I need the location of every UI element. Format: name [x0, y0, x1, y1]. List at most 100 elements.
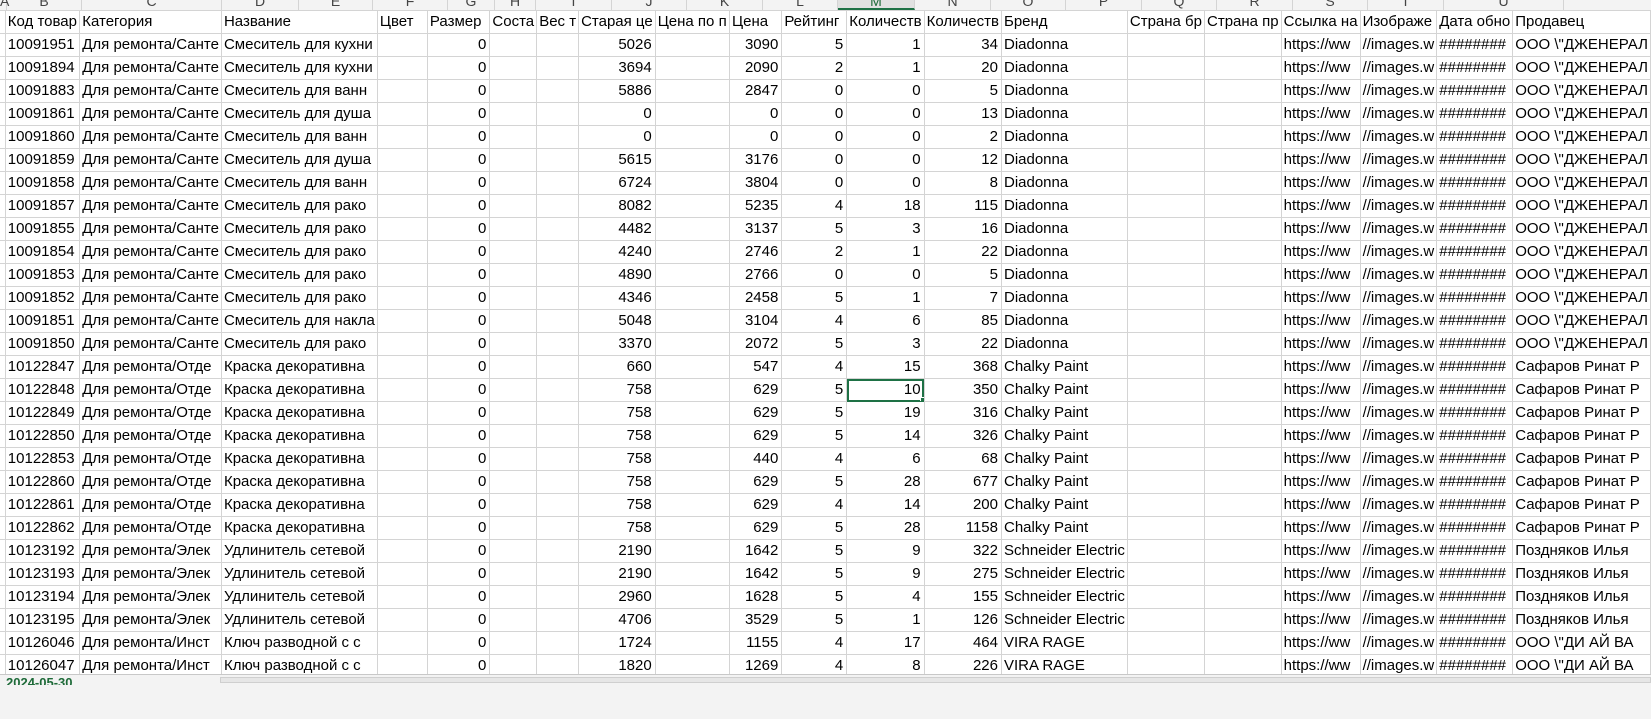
header-cell[interactable]: Соста	[489, 11, 538, 34]
cell[interactable]	[489, 631, 538, 655]
cell[interactable]: Удлинитель сетевой	[221, 585, 378, 609]
cell[interactable]: Смеситель для рако	[221, 263, 378, 287]
cell[interactable]: 3137	[729, 217, 783, 241]
cell[interactable]: 0	[427, 562, 491, 586]
cell[interactable]: 0	[846, 102, 925, 126]
cell[interactable]: ########	[1436, 56, 1514, 80]
cell[interactable]	[489, 79, 538, 103]
cell[interactable]	[655, 424, 731, 448]
cell[interactable]: Смеситель для накла	[221, 309, 378, 333]
cell[interactable]: 10091883	[5, 79, 81, 103]
cell[interactable]: 10123195	[5, 608, 81, 632]
cell[interactable]	[377, 470, 428, 494]
cell[interactable]: //images.w	[1360, 194, 1438, 218]
cell[interactable]: 6724	[578, 171, 656, 195]
cell[interactable]: https://ww	[1281, 631, 1361, 655]
cell[interactable]	[489, 355, 538, 379]
cell[interactable]: 0	[427, 631, 491, 655]
cell[interactable]: 10091858	[5, 171, 81, 195]
cell[interactable]: ########	[1436, 447, 1514, 471]
cell[interactable]: 758	[578, 447, 656, 471]
header-cell[interactable]: Изображе	[1360, 11, 1438, 34]
cell[interactable]: 660	[578, 355, 656, 379]
cell[interactable]: 10122849	[5, 401, 81, 425]
cell[interactable]: https://ww	[1281, 171, 1361, 195]
cell[interactable]: Chalky Paint	[1001, 470, 1128, 494]
cell[interactable]: Schneider Electric	[1001, 608, 1128, 632]
cell[interactable]: //images.w	[1360, 263, 1438, 287]
cell[interactable]: Для ремонта/Санте	[79, 56, 222, 80]
cell[interactable]	[377, 493, 428, 517]
cell[interactable]: Diadonna	[1001, 33, 1128, 57]
cell[interactable]: ООО \"ДЖЕНЕРАЛ	[1512, 217, 1651, 241]
cell[interactable]: 758	[578, 516, 656, 540]
cell[interactable]: //images.w	[1360, 102, 1438, 126]
cell[interactable]: Schneider Electric	[1001, 585, 1128, 609]
cell[interactable]: ########	[1436, 378, 1514, 402]
cell[interactable]: //images.w	[1360, 332, 1438, 356]
cell[interactable]: 10091850	[5, 332, 81, 356]
cell[interactable]: ########	[1436, 194, 1514, 218]
cell[interactable]: Краска декоративна	[221, 355, 378, 379]
cell[interactable]: 1	[846, 33, 925, 57]
cell[interactable]: //images.w	[1360, 217, 1438, 241]
cell[interactable]: 5	[781, 332, 848, 356]
cell[interactable]: Schneider Electric	[1001, 562, 1128, 586]
cell[interactable]	[489, 148, 538, 172]
cell[interactable]: //images.w	[1360, 516, 1438, 540]
cell[interactable]: 0	[427, 608, 491, 632]
cell[interactable]	[536, 493, 580, 517]
cell[interactable]: https://ww	[1281, 263, 1361, 287]
cell[interactable]: https://ww	[1281, 493, 1361, 517]
cell[interactable]: 3370	[578, 332, 656, 356]
cell[interactable]	[536, 56, 580, 80]
cell[interactable]: ########	[1436, 470, 1514, 494]
cell[interactable]: Удлинитель сетевой	[221, 608, 378, 632]
cell[interactable]: 0	[427, 355, 491, 379]
cell[interactable]: Смеситель для рако	[221, 286, 378, 310]
cell[interactable]: 0	[427, 447, 491, 471]
cell[interactable]	[1127, 470, 1206, 494]
cell[interactable]: Diadonna	[1001, 286, 1128, 310]
cell[interactable]	[377, 562, 428, 586]
cell[interactable]: 0	[427, 332, 491, 356]
cell[interactable]: 5	[781, 424, 848, 448]
cell[interactable]: Для ремонта/Инст	[79, 631, 222, 655]
cell[interactable]: 0	[427, 240, 491, 264]
cell[interactable]: Поздняков Илья	[1512, 608, 1651, 632]
cell[interactable]	[1127, 516, 1206, 540]
cell[interactable]: https://ww	[1281, 562, 1361, 586]
cell[interactable]: Краска декоративна	[221, 447, 378, 471]
cell[interactable]: 0	[578, 102, 656, 126]
cell[interactable]: ООО \"ДЖЕНЕРАЛ	[1512, 286, 1651, 310]
cell[interactable]	[377, 171, 428, 195]
column-header-p[interactable]: P	[1066, 0, 1142, 10]
cell[interactable]	[1204, 516, 1282, 540]
column-header-f[interactable]: F	[373, 0, 448, 10]
cell[interactable]: Для ремонта/Отде	[79, 424, 222, 448]
cell[interactable]: 0	[427, 493, 491, 517]
cell[interactable]: Сафаров Ринат Р	[1512, 493, 1651, 517]
cell[interactable]: 322	[924, 539, 1002, 563]
cell[interactable]: Chalky Paint	[1001, 355, 1128, 379]
cell[interactable]: 22	[924, 332, 1002, 356]
cell[interactable]	[655, 447, 731, 471]
cell[interactable]: //images.w	[1360, 79, 1438, 103]
cell[interactable]: 5615	[578, 148, 656, 172]
column-header-q[interactable]: Q	[1142, 0, 1217, 10]
cell[interactable]: 0	[846, 79, 925, 103]
cell[interactable]: Удлинитель сетевой	[221, 539, 378, 563]
cell[interactable]	[1127, 171, 1206, 195]
cell[interactable]	[655, 539, 731, 563]
cell[interactable]: 14	[846, 493, 925, 517]
cell[interactable]: 0	[427, 56, 491, 80]
cell[interactable]: 440	[729, 447, 783, 471]
cell[interactable]: //images.w	[1360, 148, 1438, 172]
cell[interactable]: ООО \"ДЖЕНЕРАЛ	[1512, 263, 1651, 287]
cell[interactable]: 0	[729, 125, 783, 149]
cell[interactable]: ООО \"ДЖЕНЕРАЛ	[1512, 125, 1651, 149]
cell[interactable]: 9	[846, 562, 925, 586]
cell[interactable]	[489, 240, 538, 264]
cell[interactable]: ########	[1436, 355, 1514, 379]
cell[interactable]	[655, 562, 731, 586]
